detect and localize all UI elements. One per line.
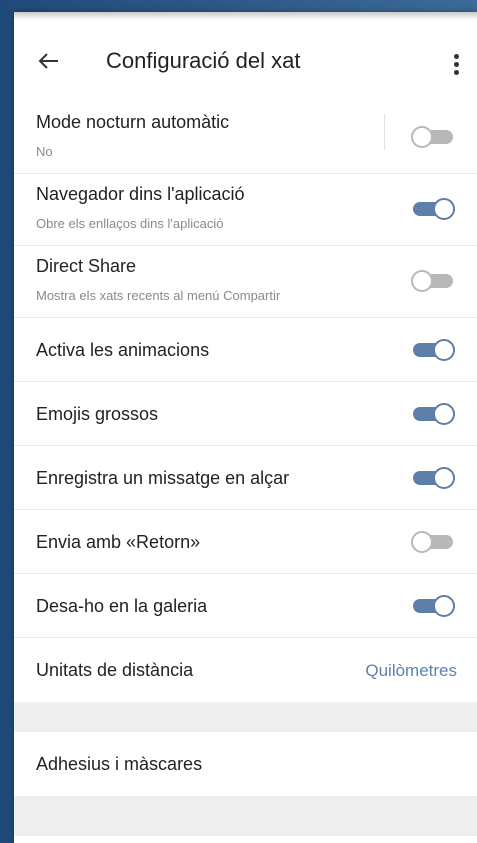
toggle-switch[interactable] bbox=[411, 595, 457, 617]
section-divider bbox=[14, 702, 477, 732]
setting-value: Quilòmetres bbox=[365, 661, 457, 680]
setting-label: Desa-ho en la galeria bbox=[36, 596, 208, 616]
setting-stickers-masks[interactable]: Adhesius i màscares bbox=[14, 732, 477, 796]
setting-label: Envia amb «Retorn» bbox=[36, 532, 201, 552]
setting-label: Unitats de distància bbox=[36, 660, 194, 680]
setting-animations[interactable]: Activa les animacions bbox=[14, 318, 477, 382]
toggle-switch[interactable] bbox=[411, 270, 457, 292]
toggle-switch[interactable] bbox=[411, 467, 457, 489]
setting-label: Direct Share bbox=[36, 256, 137, 276]
setting-subtitle: Mostra els xats recents al menú Comparti… bbox=[36, 288, 281, 303]
setting-subtitle: No bbox=[36, 144, 53, 159]
toggle-switch[interactable] bbox=[411, 198, 457, 220]
status-shade bbox=[14, 12, 477, 20]
more-options-icon[interactable] bbox=[453, 54, 459, 76]
page-title: Configuració del xat bbox=[106, 48, 301, 73]
setting-direct-share[interactable]: Direct Share Mostra els xats recents al … bbox=[14, 246, 477, 318]
setting-night-mode[interactable]: Mode nocturn automàtic No bbox=[14, 102, 477, 174]
toggle-switch[interactable] bbox=[411, 339, 457, 361]
toggle-switch[interactable] bbox=[411, 403, 457, 425]
setting-send-by-enter[interactable]: Envia amb «Retorn» bbox=[14, 510, 477, 574]
device-frame: Configuració del xat Mode nocturn automà… bbox=[0, 0, 477, 843]
settings-list: Mode nocturn automàtic No Navegador dins… bbox=[14, 102, 477, 836]
setting-raise-to-record[interactable]: Enregistra un missatge en alçar bbox=[14, 446, 477, 510]
setting-in-app-browser[interactable]: Navegador dins l'aplicació Obre els enll… bbox=[14, 174, 477, 246]
phone-screen: Configuració del xat Mode nocturn automà… bbox=[14, 12, 477, 843]
setting-label: Adhesius i màscares bbox=[36, 754, 203, 774]
section-divider bbox=[14, 796, 477, 836]
setting-label: Navegador dins l'aplicació bbox=[36, 184, 245, 204]
back-arrow-icon[interactable] bbox=[36, 48, 62, 74]
setting-save-to-gallery[interactable]: Desa-ho en la galeria bbox=[14, 574, 477, 638]
toggle-switch[interactable] bbox=[411, 126, 457, 148]
divider bbox=[384, 114, 385, 150]
setting-subtitle: Obre els enllaços dins l'aplicació bbox=[36, 216, 224, 231]
app-bar: Configuració del xat bbox=[14, 20, 477, 102]
setting-distance-units[interactable]: Unitats de distància Quilòmetres bbox=[14, 638, 477, 702]
setting-label: Activa les animacions bbox=[36, 340, 210, 360]
setting-label: Mode nocturn automàtic bbox=[36, 112, 230, 132]
setting-label: Enregistra un missatge en alçar bbox=[36, 468, 290, 488]
toggle-switch[interactable] bbox=[411, 531, 457, 553]
setting-label: Emojis grossos bbox=[36, 404, 159, 424]
setting-big-emojis[interactable]: Emojis grossos bbox=[14, 382, 477, 446]
